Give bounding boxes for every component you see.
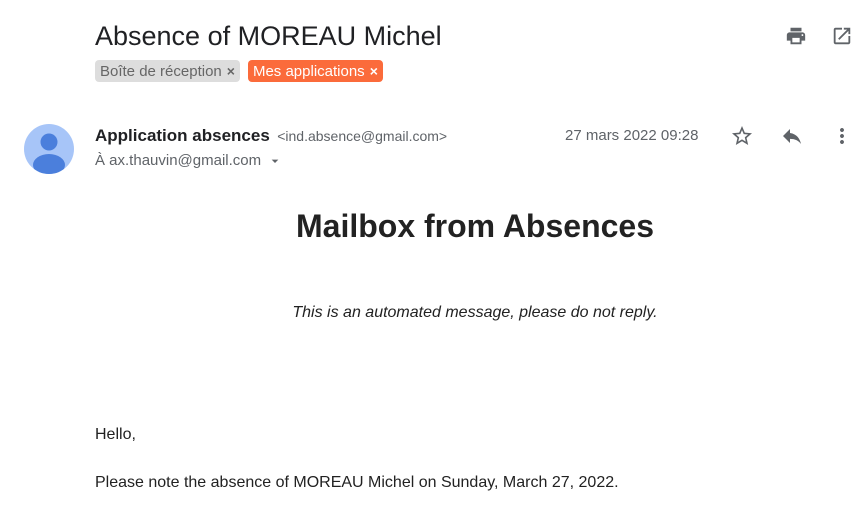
sender-name[interactable]: Application absences (95, 126, 270, 145)
message-actions (730, 124, 854, 148)
label-mes-applications[interactable]: Mes applications × (247, 60, 383, 82)
print-icon[interactable] (784, 24, 808, 48)
label-inbox-text: Boîte de réception (100, 62, 222, 80)
open-in-new-window-icon[interactable] (830, 24, 854, 48)
email-main-text: Please note the absence of MOREAU Michel… (95, 474, 619, 491)
label-mes-applications-remove-icon[interactable]: × (370, 63, 378, 79)
email-body-note: This is an automated message, please do … (292, 304, 658, 321)
person-icon (33, 133, 65, 174)
label-inbox[interactable]: Boîte de réception × (95, 60, 240, 82)
chevron-down-icon[interactable] (267, 153, 283, 169)
label-mes-applications-text: Mes applications (252, 62, 365, 80)
email-body-title: Mailbox from Absences (295, 208, 654, 244)
email-greeting: Hello, (95, 426, 136, 443)
label-list: Boîte de réception × Mes applications × (95, 60, 383, 82)
sender-info: Application absences <ind.absence@gmail.… (95, 126, 447, 146)
star-icon[interactable] (730, 124, 754, 148)
recipient-info: À ax.thauvin@gmail.com (95, 152, 283, 169)
top-actions (784, 24, 854, 48)
avatar[interactable] (24, 124, 74, 174)
more-vertical-icon[interactable] (830, 124, 854, 148)
sender-email: <ind.absence@gmail.com> (277, 128, 448, 144)
reply-icon[interactable] (780, 124, 804, 148)
message-date: 27 mars 2022 09:28 (565, 127, 699, 144)
label-inbox-remove-icon[interactable]: × (227, 63, 235, 79)
email-subject: Absence of MOREAU Michel (95, 21, 442, 51)
recipient-text: À ax.thauvin@gmail.com (95, 152, 262, 169)
